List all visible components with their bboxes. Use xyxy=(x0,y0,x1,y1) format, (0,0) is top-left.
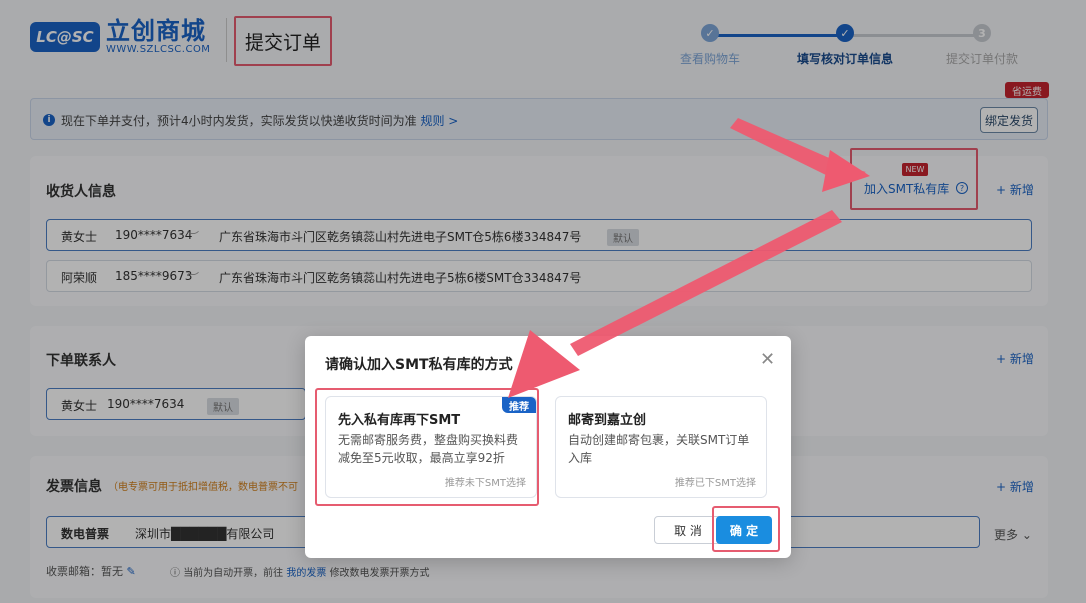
dialog-title: 请确认加入SMT私有库的方式 xyxy=(325,357,513,373)
option-highlight xyxy=(315,388,539,506)
confirm-highlight xyxy=(712,506,780,552)
close-icon[interactable]: ✕ xyxy=(760,349,775,370)
option-mail-to-jlc[interactable]: 邮寄到嘉立创 自动创建邮寄包裹，关联SMT订单入库 推荐已下SMT选择 xyxy=(555,396,767,498)
